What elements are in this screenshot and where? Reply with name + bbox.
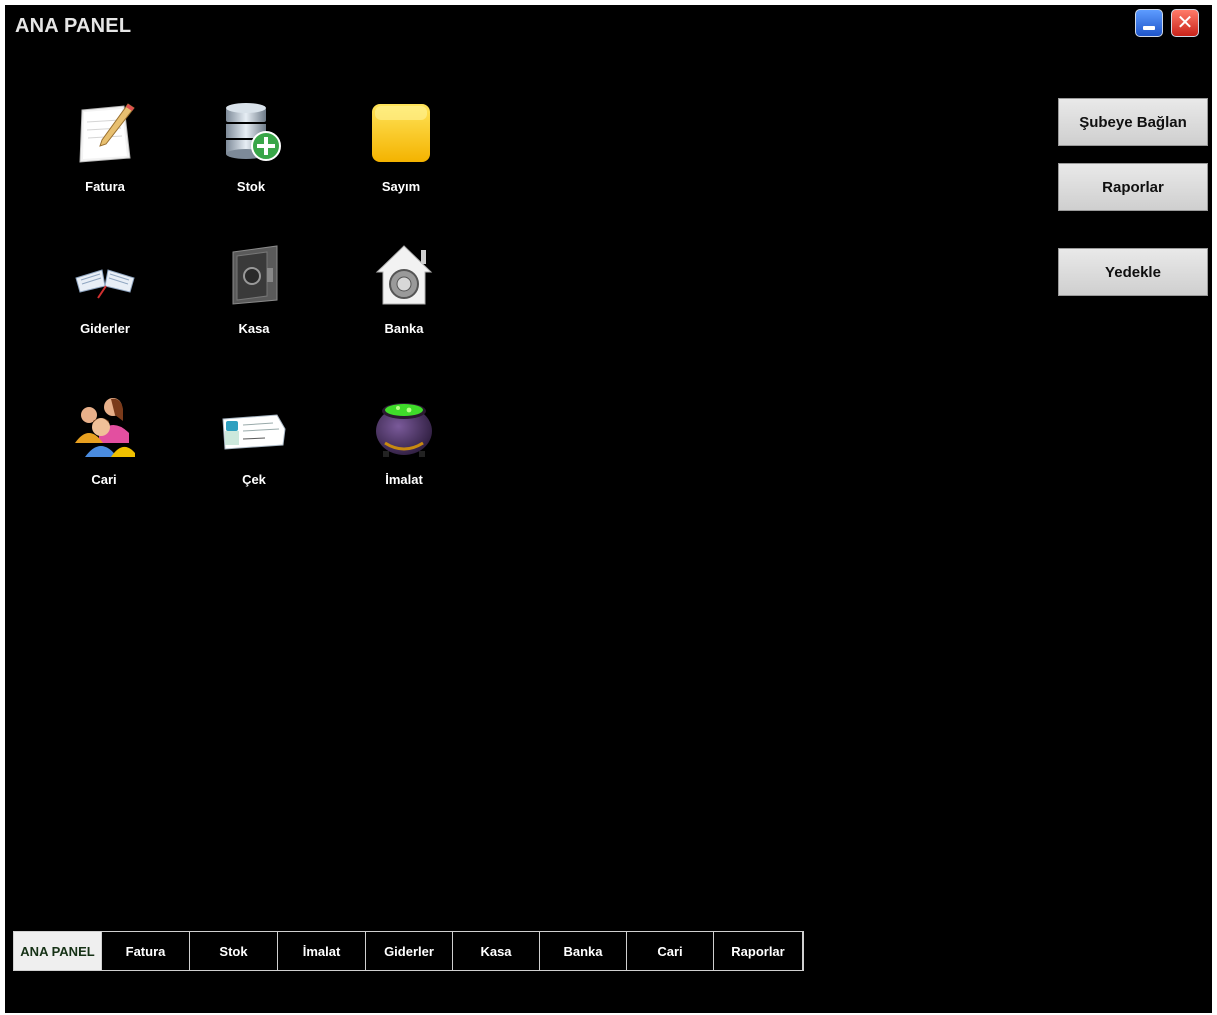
people-group-icon	[75, 398, 135, 457]
tile-stok[interactable]: Stok	[191, 100, 311, 220]
tile-label: İmalat	[385, 472, 423, 487]
tab-imalat[interactable]: İmalat	[278, 932, 366, 970]
tab-stok[interactable]: Stok	[190, 932, 278, 970]
tab-banka[interactable]: Banka	[540, 932, 627, 970]
tile-label: Banka	[384, 321, 424, 336]
tile-fatura[interactable]: Fatura	[45, 100, 165, 220]
tile-label: Çek	[242, 472, 266, 487]
connect-branch-button[interactable]: Şubeye Bağlan	[1058, 98, 1208, 146]
tab-giderler[interactable]: Giderler	[366, 932, 453, 970]
close-button[interactable]: ✕	[1171, 9, 1199, 37]
reports-button[interactable]: Raporlar	[1058, 163, 1208, 211]
tile-label: Giderler	[80, 321, 130, 336]
minimize-button[interactable]	[1135, 9, 1163, 37]
tile-banka[interactable]: Banka	[344, 242, 464, 362]
cauldron-icon	[376, 403, 432, 457]
main-window: ANA PANEL ✕ Fatura Stok Sayım Giderler K…	[5, 5, 1212, 1013]
tile-label: Stok	[236, 179, 266, 194]
tile-cek[interactable]: Çek	[194, 393, 314, 513]
safe-icon	[232, 245, 278, 305]
tab-cari[interactable]: Cari	[627, 932, 714, 970]
cheque-icon	[222, 414, 286, 450]
tile-label: Fatura	[85, 179, 125, 194]
tile-sayim[interactable]: Sayım	[341, 100, 461, 220]
tile-giderler[interactable]: Giderler	[45, 242, 165, 362]
tab-raporlar[interactable]: Raporlar	[714, 932, 803, 970]
vault-house-icon	[375, 245, 433, 305]
tile-label: Cari	[91, 472, 117, 487]
backup-button[interactable]: Yedekle	[1058, 248, 1208, 296]
tile-imalat[interactable]: İmalat	[344, 393, 464, 513]
yellow-square-icon	[372, 104, 430, 162]
tile-label: Kasa	[238, 321, 270, 336]
tile-cari[interactable]: Cari	[44, 393, 164, 513]
database-add-icon	[226, 103, 281, 161]
window-title: ANA PANEL	[15, 15, 132, 37]
tab-fatura[interactable]: Fatura	[102, 932, 190, 970]
bottom-tab-bar: ANA PANEL Fatura Stok İmalat Giderler Ka…	[13, 931, 804, 971]
tab-kasa[interactable]: Kasa	[453, 932, 540, 970]
tile-label: Sayım	[381, 179, 421, 194]
open-book-icon	[75, 269, 135, 299]
tab-ana-panel[interactable]: ANA PANEL	[14, 932, 102, 970]
tile-kasa[interactable]: Kasa	[194, 242, 314, 362]
invoice-notepad-icon	[79, 103, 135, 163]
